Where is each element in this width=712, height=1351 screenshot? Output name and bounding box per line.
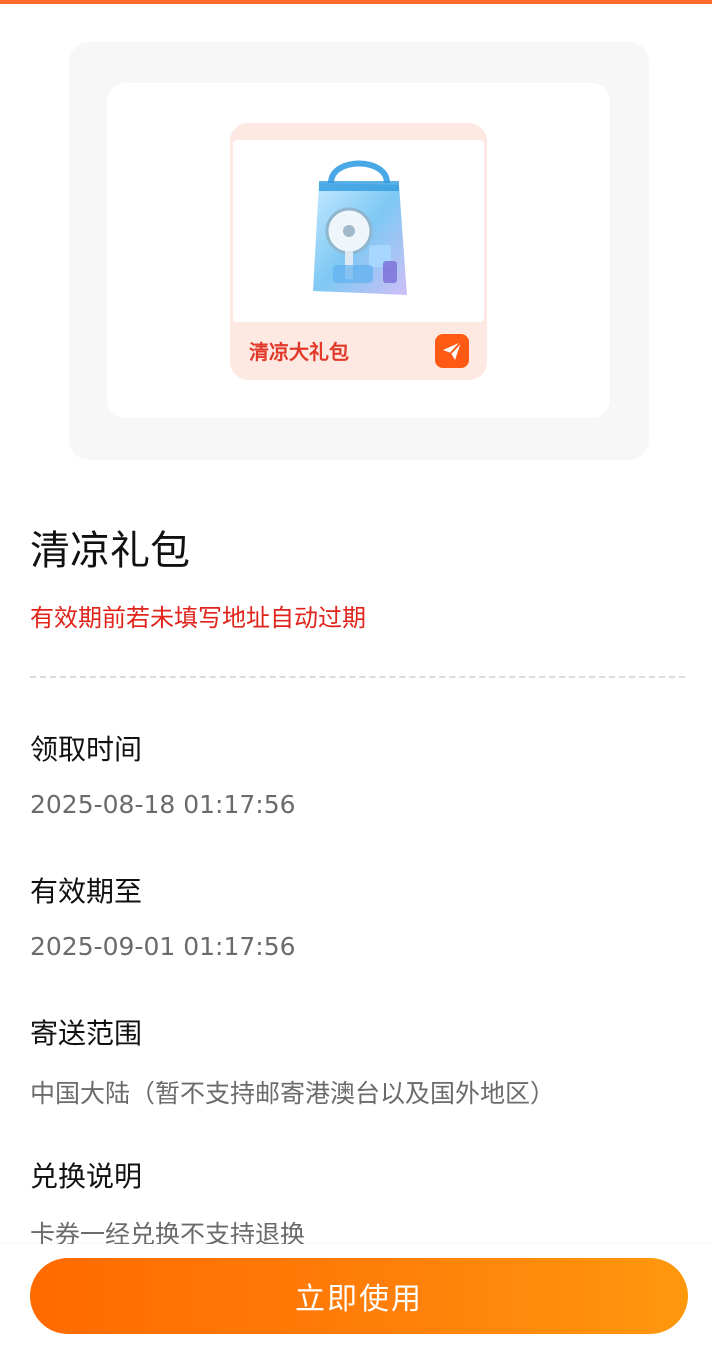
dashed-divider <box>30 676 685 678</box>
product-image-area <box>233 140 484 322</box>
gift-detail-page: 清凉大礼包 清凉礼包 有效期前若未填写地址自动过期 领取时间 2025-08-1… <box>0 0 712 1351</box>
claim-time-value: 2025-08-18 01:17:56 <box>30 790 296 819</box>
claim-time-label: 领取时间 <box>30 733 143 766</box>
valid-until-label: 有效期至 <box>30 875 143 908</box>
shipping-scope-value: 中国大陆（暂不支持邮寄港澳台以及国外地区） <box>30 1079 556 1108</box>
hero-image-panel: 清凉大礼包 <box>69 42 649 460</box>
hero-image-frame: 清凉大礼包 <box>107 83 610 418</box>
shipping-scope-label: 寄送范围 <box>30 1017 143 1050</box>
redeem-notes-label: 兑换说明 <box>30 1160 143 1193</box>
brand-logo-icon <box>435 334 469 368</box>
use-now-button[interactable]: 立即使用 <box>30 1258 688 1334</box>
gift-title: 清凉礼包 <box>30 528 190 574</box>
expiry-warning: 有效期前若未填写地址自动过期 <box>30 604 366 632</box>
valid-until-value: 2025-09-01 01:17:56 <box>30 932 296 961</box>
top-accent-bar <box>0 0 712 4</box>
bottom-action-bar: 立即使用 <box>0 1244 712 1351</box>
product-card[interactable]: 清凉大礼包 <box>230 123 487 380</box>
product-card-label: 清凉大礼包 <box>249 340 349 364</box>
cooling-gift-bag-icon <box>313 160 407 295</box>
